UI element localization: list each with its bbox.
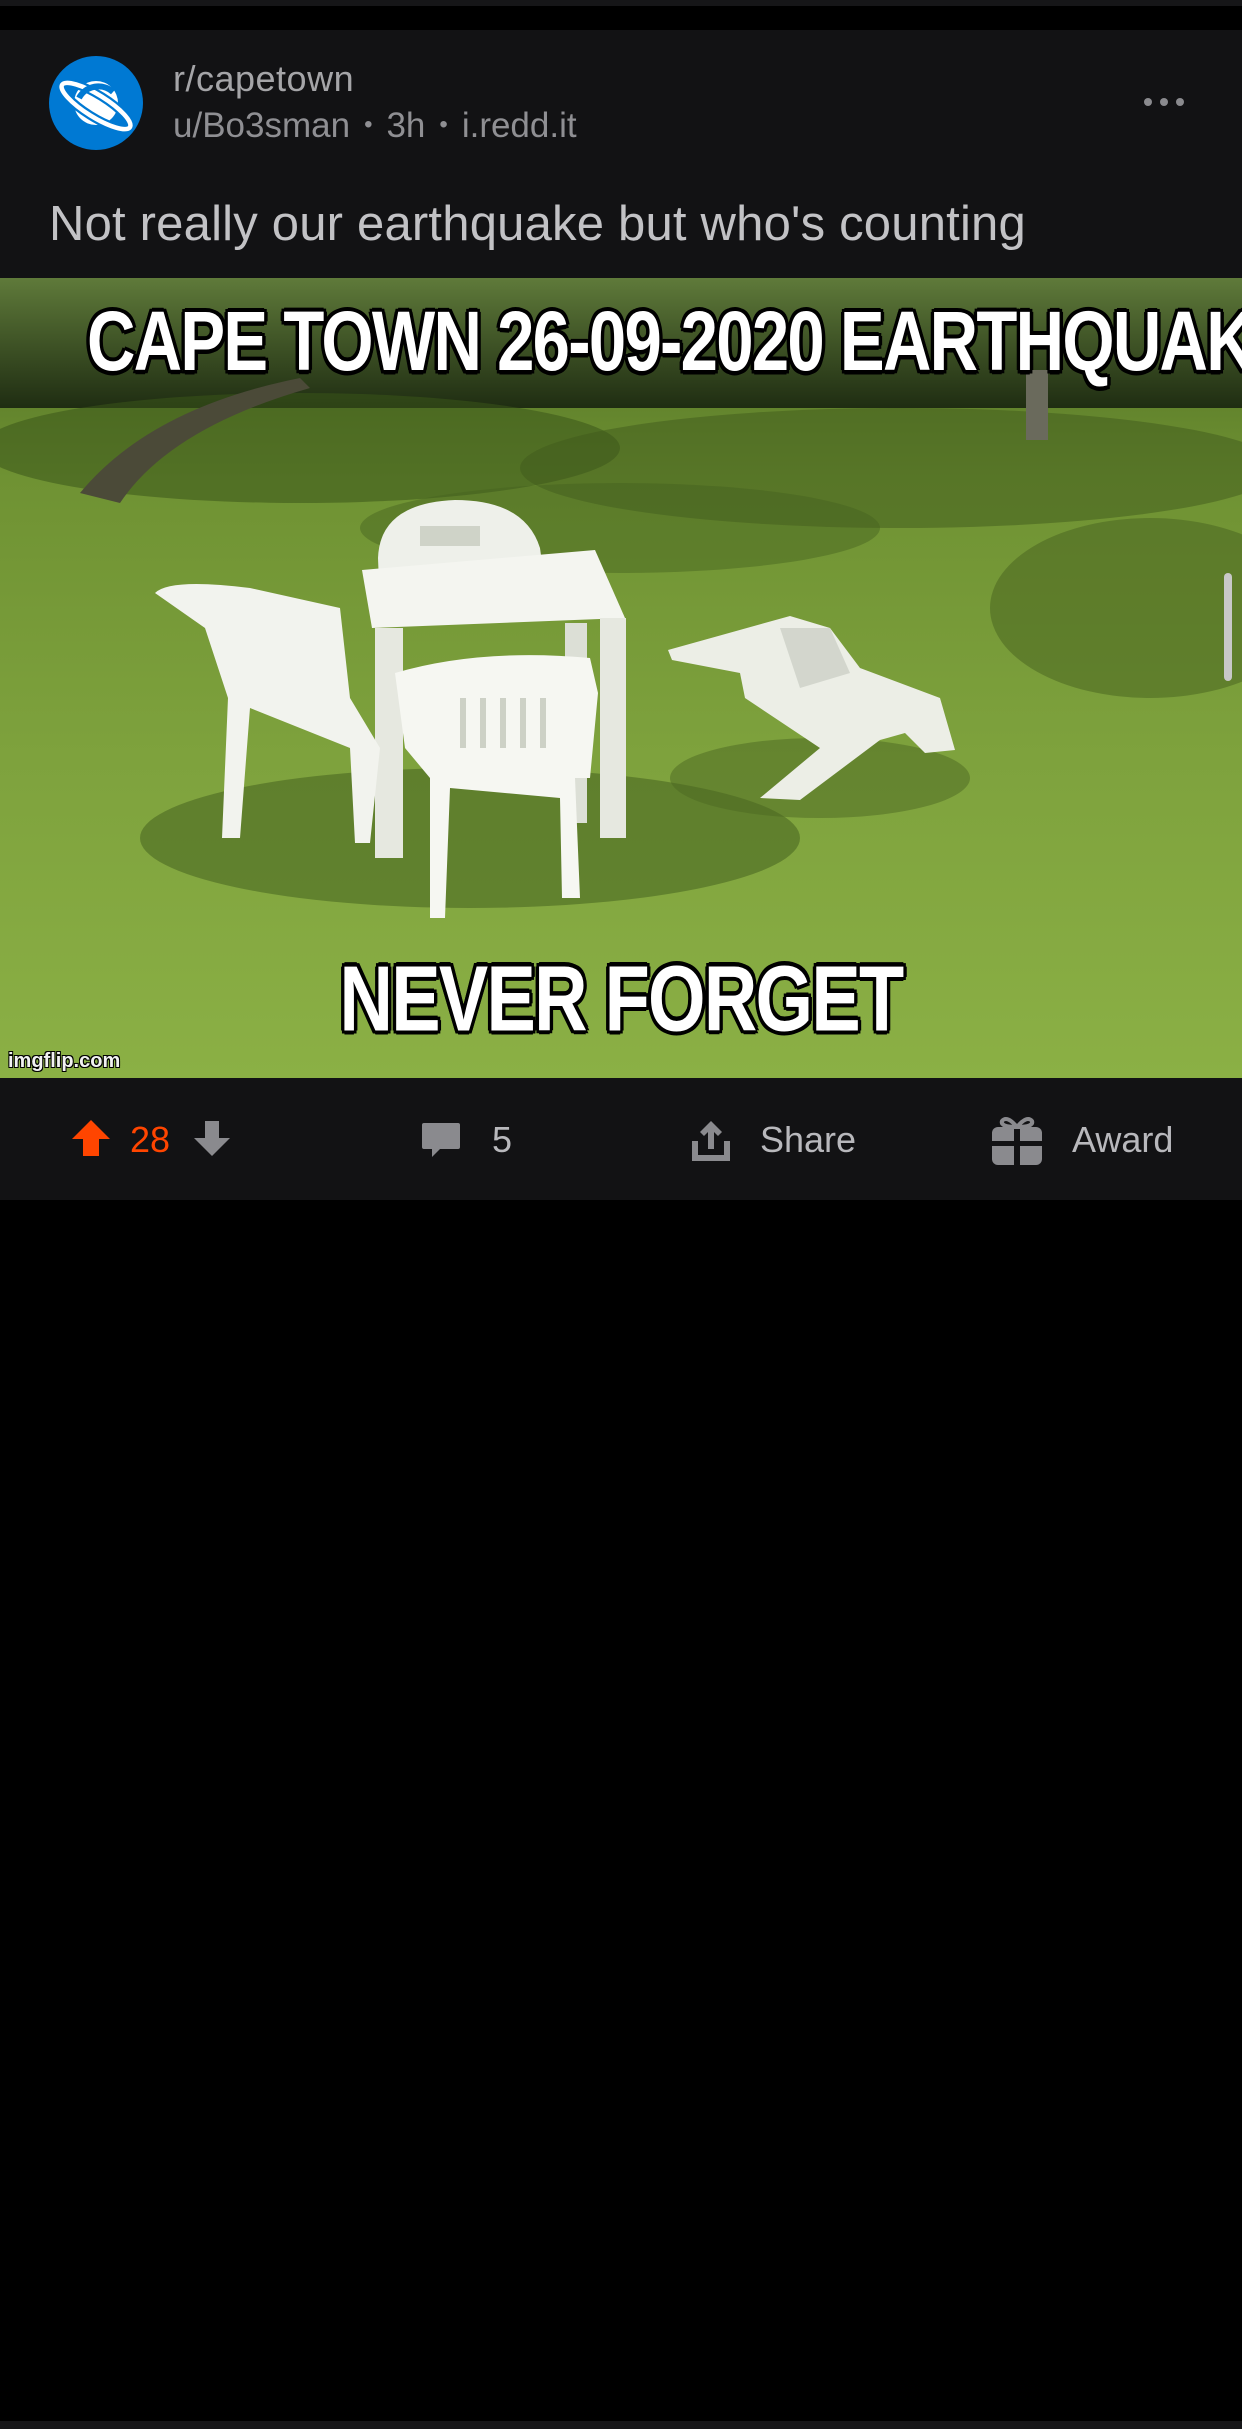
- share-label: Share: [760, 1119, 857, 1160]
- planet-icon: [57, 78, 135, 134]
- gift-icon: [992, 1117, 1042, 1165]
- comment-icon: [422, 1123, 460, 1157]
- separator-dot: •: [439, 110, 448, 138]
- award-button[interactable]: Award: [990, 1080, 1173, 1200]
- comments-button[interactable]: 5: [420, 1080, 512, 1200]
- post-age: 3h: [386, 106, 426, 145]
- more-options-button[interactable]: [1142, 90, 1186, 114]
- downvote-button[interactable]: [192, 1118, 232, 1163]
- comment-count: 5: [492, 1119, 513, 1160]
- author-link[interactable]: u/Bo3sman: [173, 106, 350, 145]
- scrollbar[interactable]: [1224, 573, 1232, 681]
- post-meta: u/Bo3sman • 3h • i.redd.it: [173, 106, 577, 146]
- subreddit-avatar[interactable]: [49, 56, 143, 150]
- previous-card-edge: [0, 0, 1242, 6]
- meme-top-caption: CAPE TOWN 26-09-2020 EARTHQUAKE: [86, 293, 1242, 389]
- upvote-button[interactable]: [70, 1117, 112, 1164]
- separator-dot: •: [364, 110, 373, 138]
- imgflip-watermark: imgflip.com: [8, 1050, 121, 1072]
- award-label: Award: [1072, 1119, 1174, 1160]
- next-card-edge: [0, 2421, 1242, 2429]
- arrow-up-icon: [72, 1119, 110, 1156]
- bottom-gap: [0, 1200, 1242, 2429]
- share-icon: [692, 1121, 730, 1161]
- vote-group: 28: [70, 1080, 232, 1200]
- top-gap: [0, 0, 1242, 30]
- post-domain[interactable]: i.redd.it: [462, 106, 577, 145]
- arrow-down-icon: [194, 1120, 231, 1156]
- vote-count: 28: [130, 1119, 171, 1160]
- post-title[interactable]: Not really our earthquake but who's coun…: [49, 196, 1026, 252]
- post-image[interactable]: CAPE TOWN 26-09-2020 EARTHQUAKE NEVER FO…: [0, 278, 1242, 1078]
- meme-bottom-caption: NEVER FORGET: [339, 947, 905, 1051]
- share-button[interactable]: Share: [688, 1080, 856, 1200]
- post-action-bar: 28 5 Share Award: [0, 1080, 1242, 1200]
- subreddit-name[interactable]: r/capetown: [173, 58, 354, 100]
